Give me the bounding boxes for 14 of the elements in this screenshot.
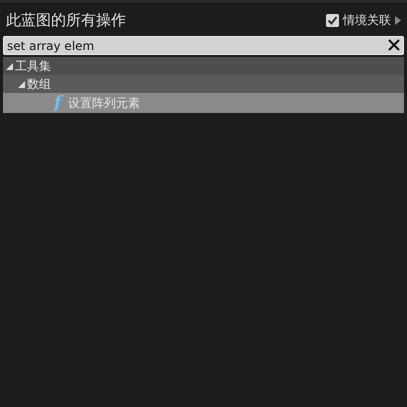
function-icon: f bbox=[54, 93, 66, 113]
tree-item[interactable]: 数组 bbox=[3, 75, 404, 93]
checkbox[interactable] bbox=[326, 14, 339, 26]
panel-title: 此蓝图的所有操作 bbox=[6, 10, 126, 30]
search-field[interactable]: set array elem bbox=[3, 36, 404, 55]
action-label: 设置阵列元素 bbox=[68, 94, 140, 112]
category-label: 工具集 bbox=[15, 58, 51, 74]
category-label: 数组 bbox=[27, 76, 51, 92]
close-icon[interactable] bbox=[387, 38, 401, 52]
expand-arrow-icon[interactable] bbox=[395, 16, 401, 24]
expand-arrow-icon[interactable] bbox=[18, 80, 25, 88]
tree-item[interactable]: 工具集 bbox=[3, 57, 404, 75]
context-label: 情境关联 bbox=[343, 12, 391, 28]
expand-arrow-icon[interactable] bbox=[6, 62, 13, 70]
